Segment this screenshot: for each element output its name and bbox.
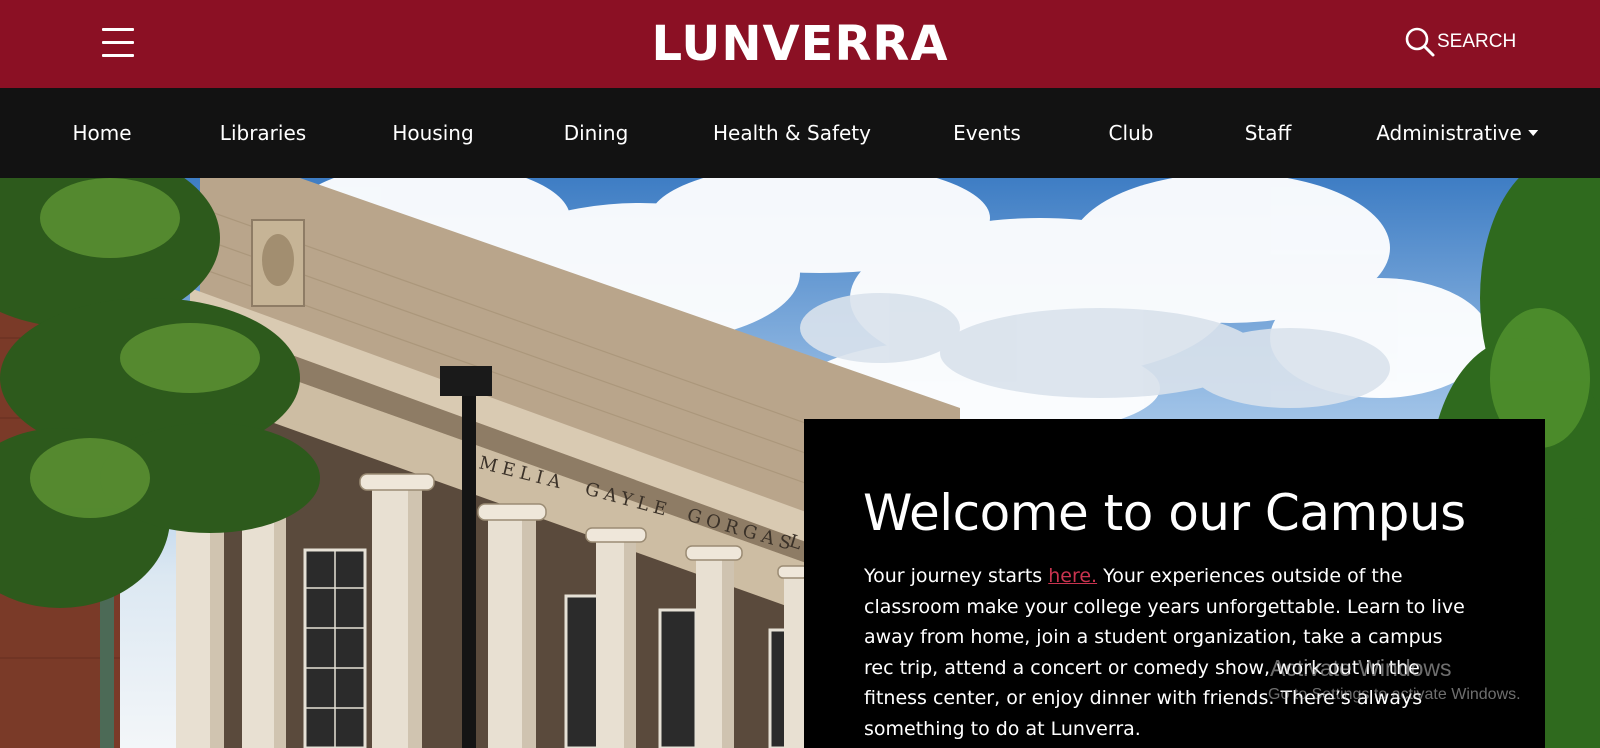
- brand-title[interactable]: LUNVERRA: [651, 16, 948, 72]
- main-nav: Home Libraries Housing Dining Health & S…: [0, 88, 1600, 178]
- top-header: LUNVERRA SEARCH: [0, 0, 1600, 88]
- welcome-card: Welcome to our Campus Your journey start…: [804, 419, 1545, 748]
- nav-item-administrative-label: Administrative: [1376, 121, 1522, 145]
- nav-item-dining[interactable]: Dining: [564, 88, 629, 178]
- here-link[interactable]: here.: [1048, 565, 1097, 587]
- nav-item-housing[interactable]: Housing: [392, 88, 473, 178]
- nav-item-club[interactable]: Club: [1109, 88, 1154, 178]
- nav-item-events[interactable]: Events: [953, 88, 1021, 178]
- nav-item-health-safety[interactable]: Health & Safety: [713, 88, 871, 178]
- nav-item-staff[interactable]: Staff: [1245, 88, 1292, 178]
- nav-item-libraries[interactable]: Libraries: [220, 88, 306, 178]
- welcome-title: Welcome to our Campus: [863, 484, 1466, 542]
- caret-down-icon: [1527, 129, 1538, 136]
- search-button[interactable]: SEARCH: [1404, 24, 1516, 60]
- welcome-body-intro: Your journey starts: [864, 565, 1049, 587]
- search-label: SEARCH: [1437, 31, 1517, 52]
- search-icon: [1405, 27, 1435, 57]
- welcome-body-text: Your experiences outside of the classroo…: [864, 565, 1465, 740]
- welcome-body: Your journey starts here. Your experienc…: [864, 561, 1474, 744]
- site-logo: LUNVERRA: [0, 16, 1600, 72]
- nav-item-home[interactable]: Home: [72, 88, 131, 178]
- nav-item-administrative[interactable]: Administrative: [1376, 88, 1538, 178]
